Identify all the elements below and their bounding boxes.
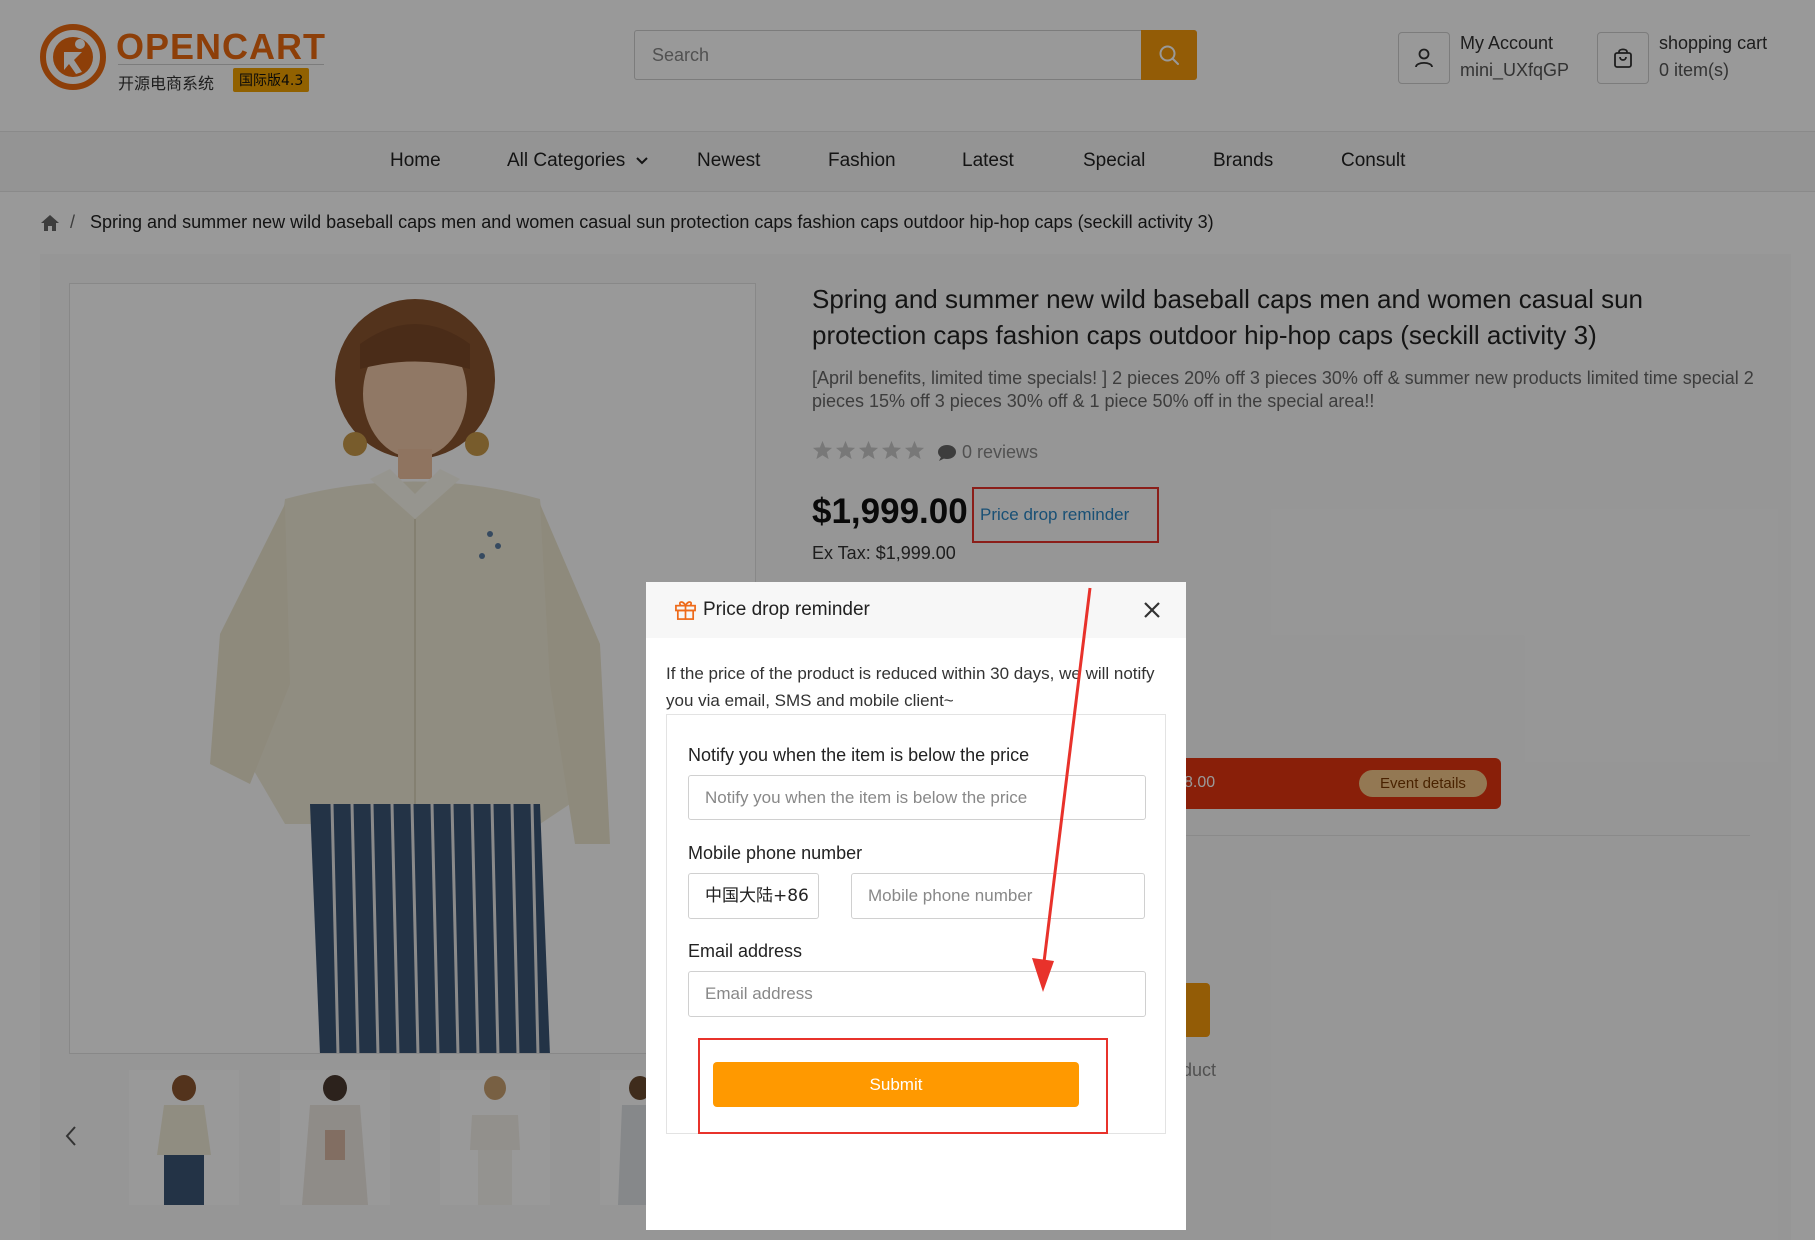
price-drop-modal: Price drop reminder If the price of the … [646,582,1186,1230]
email-input[interactable] [688,971,1146,1017]
mobile-phone-input[interactable] [851,873,1145,919]
submit-button[interactable]: Submit [713,1062,1079,1107]
mobile-phone-label: Mobile phone number [688,843,863,863]
close-icon[interactable] [1140,598,1164,622]
modal-title: Price drop reminder [703,599,870,620]
price-threshold-label: Notify you when the item is below the pr… [688,745,1030,765]
modal-header: Price drop reminder [646,582,1186,638]
email-label: Email address [688,941,803,961]
submit-highlight-frame: Submit [698,1038,1108,1134]
modal-description: If the price of the product is reduced w… [666,664,1155,710]
gift-icon [675,601,696,620]
price-threshold-input[interactable] [688,775,1146,820]
country-code-select[interactable]: 中国大陆+86 [688,873,819,919]
